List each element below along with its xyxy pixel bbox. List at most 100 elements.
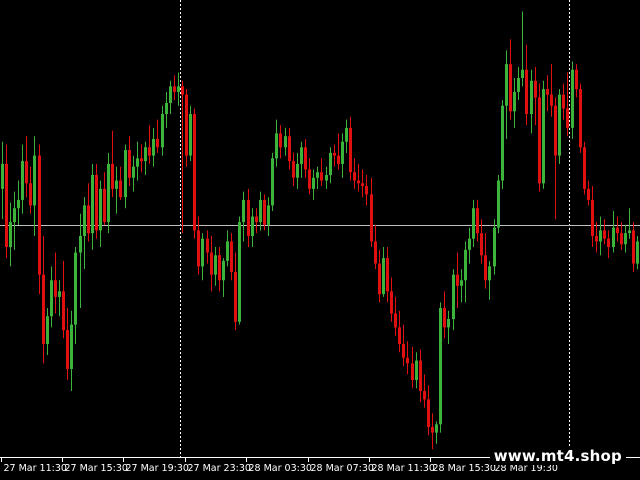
- candle-body: [435, 424, 438, 433]
- candle-body: [345, 127, 348, 142]
- candle-body: [530, 80, 533, 115]
- candle-body: [616, 227, 619, 234]
- candle-body: [144, 147, 147, 162]
- candle-body: [74, 252, 77, 325]
- candle-body: [251, 216, 254, 236]
- candle-body: [402, 343, 405, 358]
- candle-body: [370, 194, 373, 242]
- candle-body: [275, 133, 278, 159]
- candle-body: [546, 89, 549, 95]
- candle-body: [587, 188, 590, 200]
- candle-body: [17, 199, 20, 209]
- candle-body: [148, 147, 151, 156]
- candle-body: [320, 172, 323, 181]
- candle-body: [13, 208, 16, 223]
- candle: [38, 144, 41, 295]
- candle-body: [46, 316, 49, 344]
- candle-body: [189, 114, 192, 156]
- candle-body: [95, 174, 98, 231]
- candle: [193, 108, 196, 239]
- candle: [538, 83, 541, 192]
- candle-body: [292, 161, 295, 178]
- candle-body: [583, 147, 586, 189]
- candle-body: [603, 230, 606, 239]
- candle-body: [9, 222, 12, 248]
- candle-body: [206, 238, 209, 253]
- candle-body: [316, 172, 319, 178]
- candle-body: [505, 64, 508, 106]
- candle-body: [5, 163, 8, 248]
- candle-body: [341, 141, 344, 164]
- candle-body: [398, 327, 401, 344]
- candle-body: [66, 330, 69, 369]
- candle-body: [21, 161, 24, 200]
- candle-body: [452, 274, 455, 320]
- candle-body: [554, 105, 557, 156]
- candle-body: [599, 230, 602, 242]
- candle-body: [493, 227, 496, 267]
- candle-body: [165, 102, 168, 115]
- candle-body: [472, 208, 475, 239]
- candle: [542, 80, 545, 189]
- candle-body: [169, 86, 172, 103]
- candle-body: [361, 183, 364, 187]
- candle: [497, 174, 500, 234]
- candle-body: [42, 274, 45, 344]
- candle: [501, 100, 504, 189]
- candle-body: [296, 163, 299, 178]
- candle-body: [406, 357, 409, 364]
- candle-body: [267, 205, 270, 225]
- candle-body: [386, 258, 389, 292]
- candle: [439, 302, 442, 433]
- candle-body: [460, 280, 463, 286]
- candle-body: [349, 127, 352, 173]
- candle-body: [226, 241, 229, 261]
- candle-body: [468, 238, 471, 250]
- x-tick-label: 27 Mar 19:30: [126, 463, 189, 474]
- candle-body: [628, 230, 631, 234]
- candle-body: [218, 255, 221, 281]
- candle-body: [394, 313, 397, 328]
- x-tick-label: 27 Mar 15:30: [65, 463, 128, 474]
- candle-body: [87, 205, 90, 234]
- candle-body: [111, 163, 114, 189]
- candle-body: [50, 280, 53, 317]
- candle-body: [325, 174, 328, 181]
- candle-body: [128, 150, 131, 178]
- candle-body: [501, 105, 504, 181]
- candle-body: [443, 307, 446, 328]
- candle-body: [566, 108, 569, 128]
- candle-body: [521, 69, 524, 79]
- candle-body: [329, 152, 332, 175]
- candle-body: [107, 163, 110, 223]
- candle-body: [119, 180, 122, 198]
- candle: [571, 61, 574, 139]
- x-tick-label: 28 Mar 15:30: [433, 463, 496, 474]
- candle-body: [193, 114, 196, 231]
- candle-body: [279, 133, 282, 148]
- candle-body: [579, 89, 582, 148]
- candle-body: [161, 114, 164, 148]
- candle-body: [607, 238, 610, 248]
- candle-body: [185, 94, 188, 156]
- candle-body: [242, 199, 245, 223]
- candle: [238, 216, 241, 325]
- candle-body: [513, 91, 516, 112]
- candle-body: [136, 158, 139, 167]
- candle-body: [632, 230, 635, 264]
- x-tick-label: 28 Mar 11:30: [372, 463, 435, 474]
- candle-body: [115, 180, 118, 189]
- candle: [271, 152, 274, 211]
- candle-body: [558, 94, 561, 156]
- candle: [107, 152, 110, 234]
- candle-body: [210, 252, 213, 275]
- candle-body: [591, 199, 594, 236]
- candle-body: [497, 180, 500, 228]
- candle-body: [439, 307, 442, 425]
- candle-body: [259, 199, 262, 223]
- candle-body: [234, 271, 237, 322]
- candle-body: [140, 158, 143, 162]
- candle-body: [423, 391, 426, 400]
- candle-body: [378, 263, 381, 295]
- candle-body: [390, 291, 393, 314]
